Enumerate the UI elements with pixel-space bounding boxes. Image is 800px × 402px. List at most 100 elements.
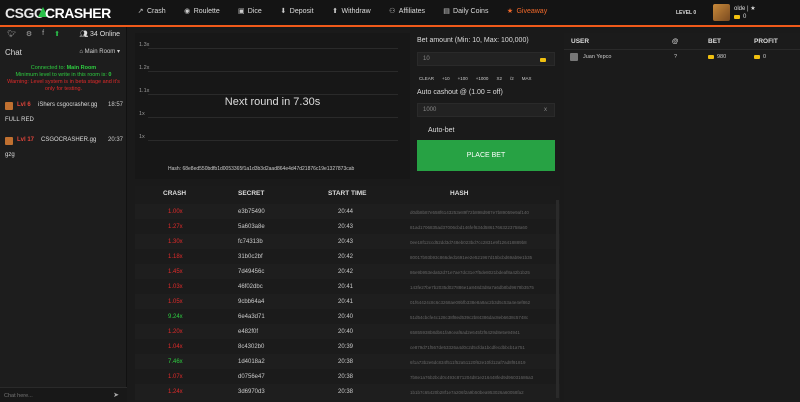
hash-value: 86e9b953eda52d71e7ae7dc31e7f5de8021bdeaf… [410, 270, 530, 275]
plus100-button[interactable]: +100 [458, 76, 468, 81]
history-scrollbar[interactable] [556, 200, 559, 398]
player-name[interactable]: Juan Yepco [583, 54, 611, 60]
nav-daily-coins[interactable]: ▤ Daily Coins [443, 8, 488, 15]
y-tick: 1x [139, 111, 145, 117]
nav-deposit[interactable]: ⬇ Deposit [280, 8, 314, 15]
max-button[interactable]: MAX [522, 76, 532, 81]
avatar[interactable] [5, 102, 13, 110]
crash-value: 1.24x [168, 389, 183, 395]
crash-graph: 1.3x 1.2x 1.1x 1x 1x Next round in 7.30s… [135, 33, 410, 179]
clear-button[interactable]: CLEAR [419, 76, 434, 81]
steam-icon[interactable]: ⚙︎ [26, 30, 32, 38]
nav-label: Deposit [289, 8, 314, 15]
secret-value: e3b75490 [238, 209, 265, 215]
message-text: FULL RED [5, 117, 34, 123]
nav-withdraw[interactable]: ⬆ Withdraw [332, 8, 371, 15]
chat-title: Chat [5, 48, 22, 57]
history-header-secret: SECRET [238, 190, 265, 197]
facebook-icon[interactable]: f [42, 30, 44, 38]
bet-panel: Bet amount (Min: 10, Max: 100,000) 10 CL… [414, 33, 562, 179]
secret-value: 6e4a3d71 [238, 314, 265, 320]
secret-value: 9cbb64a4 [238, 299, 265, 305]
min-level-notice: Minimum level to write in this room is: … [15, 72, 112, 78]
logo[interactable]: CSGO CRASHER [5, 3, 130, 25]
table-row: 1.00x e3b75490 20:44 d0db8b87e558f6143253e8… [135, 204, 560, 220]
coin-icon [734, 15, 740, 19]
plus10-button[interactable]: +10 [442, 76, 450, 81]
nav-affiliates[interactable]: ⚇ Affiliates [389, 8, 425, 15]
start-time: 20:38 [338, 389, 354, 395]
secret-value: fc74313b [238, 239, 263, 245]
avatar[interactable] [5, 137, 13, 145]
hash-value: 6f1a73b2e6dc834f511f52a51120f62e10fd12af… [410, 360, 526, 365]
crash-value: 1.07x [168, 374, 183, 380]
nav-label: Daily Coins [453, 8, 489, 15]
crash-value: 1.30x [168, 239, 183, 245]
users-icon: 👥︎ [79, 31, 89, 38]
table-row: 1.30x fc74313b 20:43 0ee18f12ccd52dd3d748eb… [135, 234, 560, 250]
secret-value: 5a603a8e [238, 224, 265, 230]
y-tick: 1.2x [139, 65, 150, 71]
bet-amount-field[interactable]: 10 [417, 52, 555, 66]
nav-dice[interactable]: ▣ Dice [238, 8, 262, 15]
start-time: 20:43 [338, 239, 354, 245]
crash-value: 1.03x [168, 284, 183, 290]
start-time: 20:38 [338, 374, 354, 380]
room-selector[interactable]: ⌂ Main Room ▾ [79, 48, 120, 55]
nav-label: Giveaway [516, 8, 548, 15]
chat-input[interactable] [4, 391, 104, 401]
half-button[interactable]: /2 [510, 76, 514, 81]
dice-icon: ▣ [237, 8, 245, 15]
star-icon: ★ [506, 8, 514, 15]
secret-value: 7d49456c [238, 269, 265, 275]
round-hash: Hash: 68e8ed550bdfb1d0053365f1a1d3b3d2aa… [168, 166, 355, 172]
twitter-icon[interactable]: 🐦︎ [7, 30, 16, 38]
secret-value: 31b0c2bf [238, 254, 263, 260]
auto-cashout-field[interactable]: 1000 x [417, 103, 555, 117]
y-tick: 1x [139, 134, 145, 140]
user-avatar[interactable] [713, 4, 730, 21]
round-status: Next round in 7.30s [224, 96, 321, 108]
grid-line [148, 94, 398, 95]
history-header-crash: CRASH [163, 190, 187, 197]
start-time: 20:40 [338, 314, 354, 320]
crash-value: 1.27x [168, 224, 183, 230]
place-bet-button[interactable]: PLACE BET [417, 140, 555, 171]
chat-sidebar: 🐦︎ ⚙︎ f ⬆︎ 👥︎ 34 Online Chat ⌂ Main Room… [0, 27, 127, 402]
nav-roulette[interactable]: ◉ Roulette [184, 8, 220, 15]
crash-history-table: CRASH SECRET START TIME HASH 1.00x e3b754… [135, 186, 560, 402]
start-time: 20:39 [338, 344, 354, 350]
user-coins: 0 [734, 14, 746, 20]
logo-part2: CRASHER [45, 5, 111, 21]
player-at: ? [674, 54, 678, 60]
nav-giveaway[interactable]: ★ Giveaway [506, 8, 547, 15]
table-row: 1.24x 3d6970d3 20:38 1b1b7c65420b28f1e7a206… [135, 384, 560, 400]
user-name[interactable]: olde | ★ [734, 5, 756, 12]
double-button[interactable]: X2 [496, 76, 502, 81]
up-arrow-icon[interactable]: ⬆︎ [54, 30, 60, 38]
avatar[interactable] [570, 53, 578, 61]
deposit-icon: ⬇ [280, 8, 287, 15]
hash-value: d0db8b87e558f6143253e89f72b898d987e7b890… [410, 210, 529, 215]
player-profit: 0 [754, 54, 766, 60]
nav-label: Dice [247, 8, 262, 15]
message-author[interactable]: iShers csgocrasher.gg [38, 102, 97, 108]
bet-amount-label: Bet amount (Min: 10, Max: 100,000) [417, 37, 529, 44]
message-author[interactable]: CSGOCRASHER.gg [41, 137, 96, 143]
history-header-start: START TIME [328, 190, 367, 197]
top-bar: CSGO CRASHER ↗ Crash ◉ Roulette ▣ Dice ⬇ Deposi… [0, 0, 800, 27]
connected-notice: Connected to: Main Room [30, 65, 97, 71]
online-count: 👥︎ 34 Online [79, 31, 120, 38]
nav-crash[interactable]: ↗ Crash [137, 8, 166, 15]
withdraw-icon: ⬆ [332, 8, 338, 15]
table-row: 1.18x 31b0c2bf 20:42 80017b93b93c866ded1691… [135, 249, 560, 265]
user-level: LEVEL 0 [676, 10, 697, 16]
send-icon[interactable]: ➤ [113, 391, 119, 399]
message-time: 20:37 [107, 137, 123, 143]
grid-line [148, 71, 398, 72]
roulette-icon: ◉ [184, 8, 191, 15]
auto-bet-toggle[interactable]: Auto-bet [428, 127, 454, 134]
table-row: 1.20x e482f0f 20:40 65855938b8db61fa9ceaf6a… [135, 324, 560, 340]
secret-value: d0756e47 [238, 374, 265, 380]
plus1000-button[interactable]: +1000 [476, 76, 489, 81]
